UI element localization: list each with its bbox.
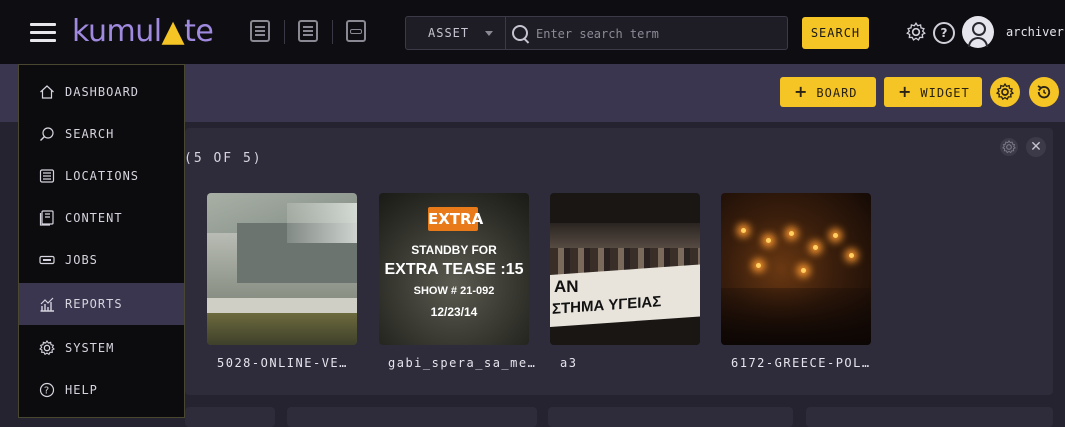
sidebar-item-label: JOBS bbox=[65, 253, 98, 267]
sidebar-item-label: REPORTS bbox=[65, 297, 123, 311]
avatar[interactable] bbox=[962, 16, 994, 48]
asset-label[interactable]: 5028-ONLINE-VE… bbox=[217, 356, 348, 370]
extra-badge: EXTRA bbox=[428, 207, 483, 231]
add-widget-button[interactable]: + WIDGET bbox=[884, 77, 982, 107]
content-icon bbox=[39, 210, 54, 226]
storage-icon bbox=[39, 169, 55, 183]
overlay-text: SHOW # 21-092 bbox=[413, 285, 495, 297]
jobs-icon[interactable] bbox=[346, 20, 366, 42]
asset-thumbnail[interactable]: EXTRA STANDBY FOR EXTRA TEASE :15 SHOW #… bbox=[379, 193, 529, 345]
add-board-button[interactable]: + BOARD bbox=[780, 77, 876, 107]
tape-icon bbox=[39, 255, 55, 265]
overlay-text: STANDBY FOR bbox=[411, 243, 497, 257]
refresh-button[interactable] bbox=[1029, 77, 1059, 107]
sidebar-item-jobs[interactable]: JOBS bbox=[19, 239, 184, 281]
sidebar-item-label: HELP bbox=[65, 383, 98, 397]
search-button[interactable]: SEARCH bbox=[802, 17, 869, 49]
overlay-text: 12/23/14 bbox=[430, 305, 478, 319]
widget-settings-icon[interactable] bbox=[1000, 138, 1018, 156]
plus-icon: + bbox=[794, 82, 809, 101]
close-icon[interactable]: ✕ bbox=[1026, 137, 1046, 157]
refresh-icon bbox=[1037, 85, 1051, 99]
overlay-text: EXTRA TEASE :15 bbox=[384, 261, 524, 278]
svg-text:?: ? bbox=[44, 386, 50, 397]
sidebar-item-help[interactable]: ? HELP bbox=[19, 369, 184, 411]
asset-label[interactable]: 6172-GREECE-POL… bbox=[731, 356, 871, 370]
sidebar-item-dashboard[interactable]: DASHBOARD bbox=[19, 71, 184, 113]
username[interactable]: archiver bbox=[1006, 22, 1064, 42]
settings-gear-icon[interactable] bbox=[906, 22, 926, 42]
divider bbox=[332, 20, 333, 44]
search-input[interactable] bbox=[534, 21, 778, 47]
chevron-down-icon bbox=[485, 31, 493, 36]
asset-thumbnail[interactable] bbox=[207, 193, 357, 345]
divider bbox=[284, 20, 285, 44]
help-icon: ? bbox=[39, 382, 55, 398]
top-bar: kumul▲te ASSET SEARCH ? archiver bbox=[0, 0, 1065, 64]
dashboard-settings-button[interactable] bbox=[990, 77, 1020, 107]
widget-card bbox=[806, 407, 1053, 427]
sidebar-item-system[interactable]: SYSTEM bbox=[19, 327, 184, 369]
widget-card bbox=[185, 407, 275, 427]
app-logo[interactable]: kumul▲te bbox=[72, 12, 214, 52]
logo-mark: ▲ bbox=[161, 14, 185, 49]
widget-card bbox=[287, 407, 537, 427]
asset-thumbnail[interactable]: AN ΣΤΗΜΑ ΥΓΕΙΑΣ bbox=[550, 193, 700, 345]
menu-icon[interactable] bbox=[30, 23, 56, 42]
asset-type-select[interactable]: ASSET bbox=[406, 17, 506, 49]
overlay-text: AN bbox=[554, 277, 579, 296]
sidebar-nav: DASHBOARD SEARCH LOCATIONS CONTENT JOBS … bbox=[18, 64, 185, 418]
asset-thumbnail[interactable] bbox=[721, 193, 871, 345]
asset-label[interactable]: gabi_spera_sa_me… bbox=[388, 356, 536, 370]
sidebar-item-label: SYSTEM bbox=[65, 341, 115, 355]
search-icon bbox=[512, 25, 528, 41]
sidebar-item-content[interactable]: CONTENT bbox=[19, 197, 184, 239]
sidebar-item-label: DASHBOARD bbox=[65, 85, 140, 99]
widget-card bbox=[548, 407, 793, 427]
home-icon bbox=[40, 85, 54, 99]
sidebar-item-label: LOCATIONS bbox=[65, 169, 140, 183]
sidebar-item-label: SEARCH bbox=[65, 127, 115, 141]
content-icon[interactable] bbox=[298, 20, 318, 42]
search-icon bbox=[40, 127, 54, 141]
result-count: (5 OF 5) bbox=[184, 151, 263, 166]
plus-icon: + bbox=[898, 82, 913, 101]
sidebar-item-search[interactable]: SEARCH bbox=[19, 113, 184, 155]
help-icon[interactable]: ? bbox=[933, 22, 955, 44]
chart-icon bbox=[40, 297, 54, 312]
gear-icon bbox=[996, 83, 1014, 101]
asset-label[interactable]: a3 bbox=[560, 356, 577, 370]
sidebar-item-locations[interactable]: LOCATIONS bbox=[19, 155, 184, 197]
locations-icon[interactable] bbox=[250, 20, 270, 42]
search-bar: ASSET bbox=[405, 16, 788, 50]
sidebar-item-label: CONTENT bbox=[65, 211, 123, 225]
sidebar-item-reports[interactable]: REPORTS bbox=[19, 283, 184, 325]
gear-icon bbox=[39, 340, 55, 356]
